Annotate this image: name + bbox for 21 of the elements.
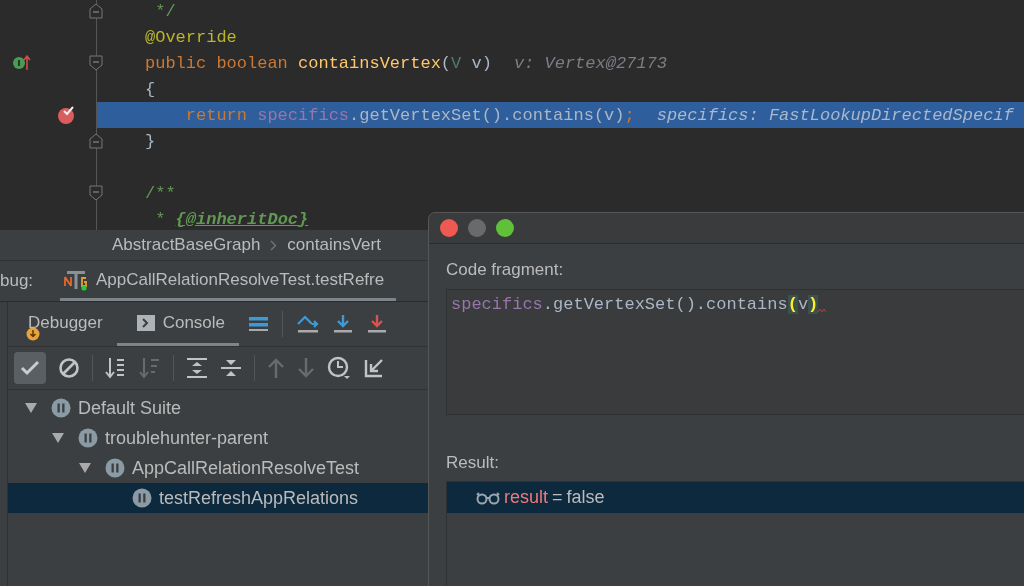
code-line: } bbox=[145, 131, 156, 151]
code-line: @Override bbox=[145, 27, 237, 47]
field-label: Code fragment: bbox=[446, 259, 565, 281]
inline-value-hint: v: Vertex@27173 bbox=[513, 53, 667, 73]
code-line: * {@inheritDoc} bbox=[154, 209, 309, 229]
code-line: { bbox=[145, 79, 156, 99]
code-line: /** bbox=[145, 183, 176, 203]
inline-value-hint: specifics: FastLookupDirectedSpecif bbox=[656, 105, 1014, 125]
tree-label: Default Suite bbox=[78, 397, 182, 419]
code-line: public boolean containsVertex(V v) bbox=[145, 53, 492, 73]
result-operator: = bbox=[552, 487, 563, 508]
result-value: false bbox=[566, 487, 605, 508]
tree-label: AppCallRelationResolveTest bbox=[132, 457, 360, 479]
tree-label: testRefreshAppRelations bbox=[159, 487, 359, 509]
code-line: return specifics.getVertexSet().contains(v); bbox=[184, 105, 635, 125]
code-line: */ bbox=[154, 1, 176, 21]
tree-label: troublehunter-parent bbox=[105, 427, 269, 449]
result-name: result bbox=[504, 487, 548, 508]
debug-label: bug: bbox=[0, 271, 35, 291]
code-line: specifics.getVertexSet().contains(v) bbox=[451, 294, 819, 316]
field-label: Result: bbox=[446, 452, 500, 474]
